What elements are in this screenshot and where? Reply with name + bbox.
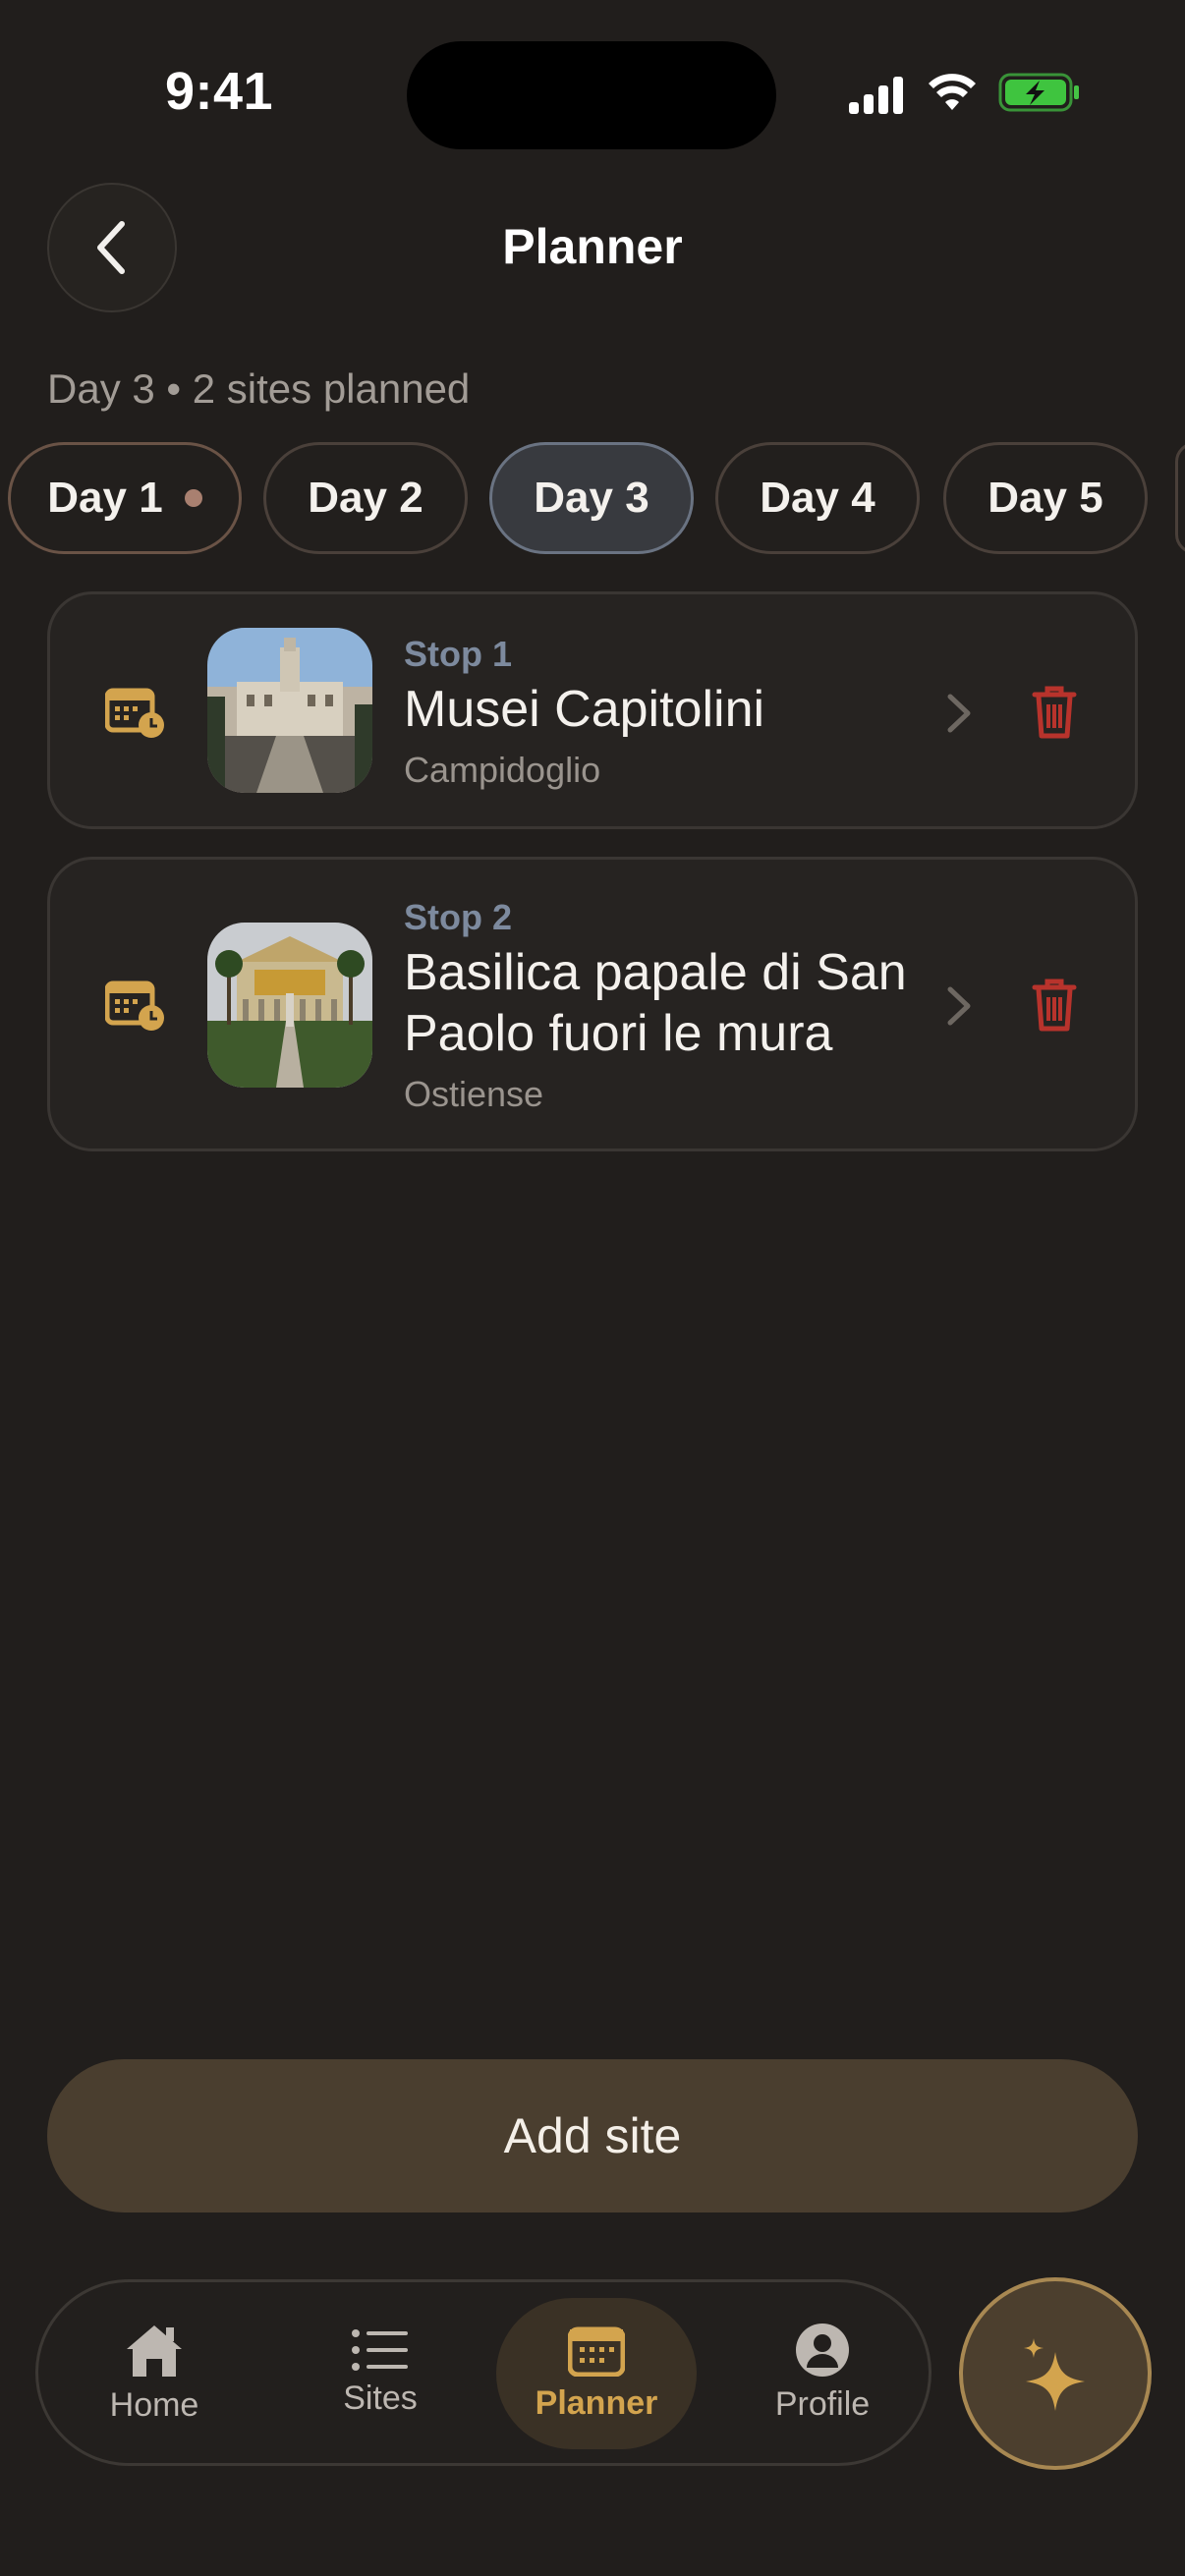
day-summary: Day 3 • 2 sites planned xyxy=(47,365,471,412)
site-name: Musei Capitolini xyxy=(404,681,765,738)
tab-label: Day 2 xyxy=(308,474,423,522)
home-icon xyxy=(127,2324,182,2377)
dynamic-island xyxy=(407,41,776,149)
nav-label: Sites xyxy=(343,2379,418,2417)
site-area: Ostiense xyxy=(404,1074,544,1114)
calendar-clock-icon xyxy=(105,980,164,1031)
sparkle-icon xyxy=(1024,2338,1085,2411)
has-plan-dot xyxy=(184,489,202,507)
chevron-right-icon[interactable] xyxy=(944,985,974,1027)
bottom-nav: Home Sites Planner Profile xyxy=(35,2279,931,2466)
site-thumbnail xyxy=(207,923,372,1088)
trash-icon[interactable] xyxy=(1031,978,1078,1033)
signal-icon xyxy=(849,77,903,114)
nav-planner[interactable]: Planner xyxy=(496,2298,697,2449)
stop-number: Stop 2 xyxy=(404,897,513,937)
nav-home[interactable]: Home xyxy=(68,2282,241,2463)
tab-label: Day 4 xyxy=(760,474,875,522)
tab-day-2[interactable]: Day 2 xyxy=(263,442,468,554)
nav-label: Profile xyxy=(774,2384,871,2423)
nav-label: Planner xyxy=(535,2383,658,2422)
site-name: Basilica papale di San Paolo fuori le mu… xyxy=(404,944,907,1062)
calendar-icon xyxy=(568,2326,625,2377)
tab-day-6-partial[interactable] xyxy=(1175,442,1185,554)
nav-sites[interactable]: Sites xyxy=(294,2282,467,2463)
trash-icon[interactable] xyxy=(1031,685,1078,740)
calendar-clock-icon xyxy=(105,688,164,738)
chevron-right-icon[interactable] xyxy=(944,693,974,734)
site-area: Campidoglio xyxy=(404,750,601,790)
tab-day-4[interactable]: Day 4 xyxy=(715,442,920,554)
stop-card[interactable]: Stop 2 Basilica papale di San Paolo fuor… xyxy=(47,857,1138,1151)
tab-label: Day 5 xyxy=(988,474,1103,522)
site-thumbnail xyxy=(207,628,372,793)
list-icon xyxy=(352,2328,408,2371)
tab-label: Day 3 xyxy=(534,474,649,522)
stop-card[interactable]: Stop 1 Musei Capitolini Campidoglio xyxy=(47,591,1138,829)
nav-profile[interactable]: Profile xyxy=(736,2282,909,2463)
person-icon xyxy=(796,2323,849,2377)
wifi-icon xyxy=(929,74,976,110)
tab-day-1[interactable]: Day 1 xyxy=(8,442,242,554)
page-title: Planner xyxy=(502,219,683,274)
tab-day-3[interactable]: Day 3 xyxy=(489,442,694,554)
add-site-button[interactable]: Add site xyxy=(47,2059,1138,2212)
status-time: 9:41 xyxy=(165,62,274,121)
stop-number: Stop 1 xyxy=(404,634,513,674)
tab-day-5[interactable]: Day 5 xyxy=(943,442,1148,554)
tab-label: Day 1 xyxy=(47,474,163,522)
nav-label: Home xyxy=(109,2385,199,2424)
day-tabs: Day 1 Day 2 Day 3 Day 4 Day 5 xyxy=(8,442,1185,556)
battery-charging-icon xyxy=(998,73,1079,112)
ai-assistant-button[interactable] xyxy=(959,2277,1152,2470)
